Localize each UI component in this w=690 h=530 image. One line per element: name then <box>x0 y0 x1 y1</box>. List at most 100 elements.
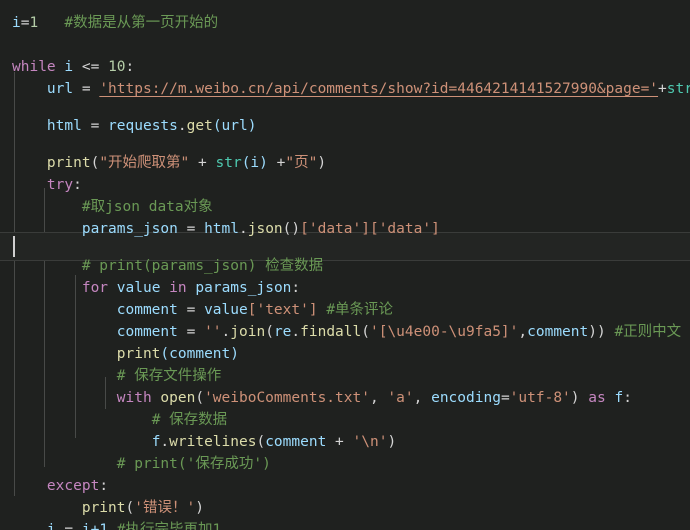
token-expression: i+1 <box>81 522 109 530</box>
token-dot: . <box>239 221 248 237</box>
token-module-requests: requests <box>108 118 178 134</box>
token-function-join: join <box>230 324 266 340</box>
token-string-encoding: 'utf-8' <box>509 390 571 406</box>
token-parens-close: )) <box>588 324 606 340</box>
token-number: 10 <box>108 59 126 75</box>
token-variable-comment: comment <box>265 434 327 450</box>
token-function-get: get <box>186 118 213 134</box>
code-line-6[interactable]: html = requests.get(url) <box>0 112 690 141</box>
token-colon: : <box>291 280 301 296</box>
token-paren: ( <box>361 324 370 340</box>
token-variable-comment: comment <box>116 324 178 340</box>
token-variable-params-json: params_json <box>195 280 292 296</box>
token-dot: . <box>160 434 170 450</box>
code-line-11[interactable]: params_json = html.json()['data']['data'… <box>0 215 690 244</box>
token-dot: . <box>221 324 231 340</box>
token-keyword-try: try <box>46 177 74 193</box>
code-line-1[interactable]: i=1 #数据是从第一页开始的 <box>0 9 690 38</box>
token-comment: #数据是从第一页开始的 <box>64 15 219 31</box>
token-operator: + <box>335 434 344 450</box>
token-function-print: print <box>46 155 91 171</box>
token-comma: , <box>369 390 388 406</box>
token-paren: ) <box>195 500 204 516</box>
token-paren: ( <box>265 324 274 340</box>
token-variable-f: f <box>614 390 624 406</box>
token-operator: + <box>658 81 667 97</box>
token-variable-value: value <box>116 280 161 296</box>
token-comment: #单条评论 <box>326 302 394 318</box>
token-string: "页" <box>285 155 318 171</box>
token-operator: <= <box>81 59 100 75</box>
code-line-4[interactable]: url = 'https://m.weibo.cn/api/comments/s… <box>0 75 690 104</box>
token-operator: + <box>198 155 207 171</box>
token-index-text: ['text'] <box>247 302 318 318</box>
token-variable-url: url <box>46 81 74 97</box>
token-operator: = <box>90 118 100 134</box>
code-editor[interactable]: i=1 #数据是从第一页开始的 while i <= 10: url = 'ht… <box>0 0 690 530</box>
token-comma: , <box>413 390 432 406</box>
token-function-findall: findall <box>300 324 362 340</box>
token-index-data-1: ['data'] <box>300 221 370 237</box>
code-line-25[interactable]: i = i+1 #执行完毕再加1 <box>0 516 690 530</box>
token-comment: # print('保存成功') <box>116 456 271 472</box>
token-function-writelines: writelines <box>169 434 257 450</box>
token-function-json: json <box>247 221 283 237</box>
token-operator: = <box>81 81 91 97</box>
token-variable-comment: comment <box>527 324 589 340</box>
token-variable: i <box>46 522 56 530</box>
token-keyword-with: with <box>116 390 152 406</box>
token-dot: . <box>177 118 187 134</box>
token-paren: ) <box>317 155 327 171</box>
token-function-print: print <box>81 500 126 516</box>
token-comment: # 保存数据 <box>151 412 228 428</box>
token-variable: i <box>12 15 21 31</box>
token-kwarg-encoding: encoding <box>431 390 501 406</box>
token-string-mode: 'a' <box>387 390 414 406</box>
token-paren: ( <box>256 434 266 450</box>
token-function-print: print <box>116 346 161 362</box>
token-index-data-2: ['data'] <box>369 221 440 237</box>
token-paren: ( <box>195 390 205 406</box>
token-paren: ) <box>387 434 397 450</box>
token-variable-params-json: params_json <box>81 221 178 237</box>
token-function-open: open <box>160 390 196 406</box>
token-variable-html: html <box>204 221 239 237</box>
token-keyword-as: as <box>588 390 606 406</box>
token-args: (i) <box>241 155 268 171</box>
token-variable-html: html <box>46 118 82 134</box>
token-args: (url) <box>212 118 257 134</box>
token-function-str: str <box>215 155 242 171</box>
token-colon: : <box>73 177 82 193</box>
token-comment: # print(params_json) 检查数据 <box>81 258 324 274</box>
token-string-empty: '' <box>204 324 222 340</box>
token-operator: = <box>500 390 510 406</box>
token-paren: ( <box>125 500 135 516</box>
